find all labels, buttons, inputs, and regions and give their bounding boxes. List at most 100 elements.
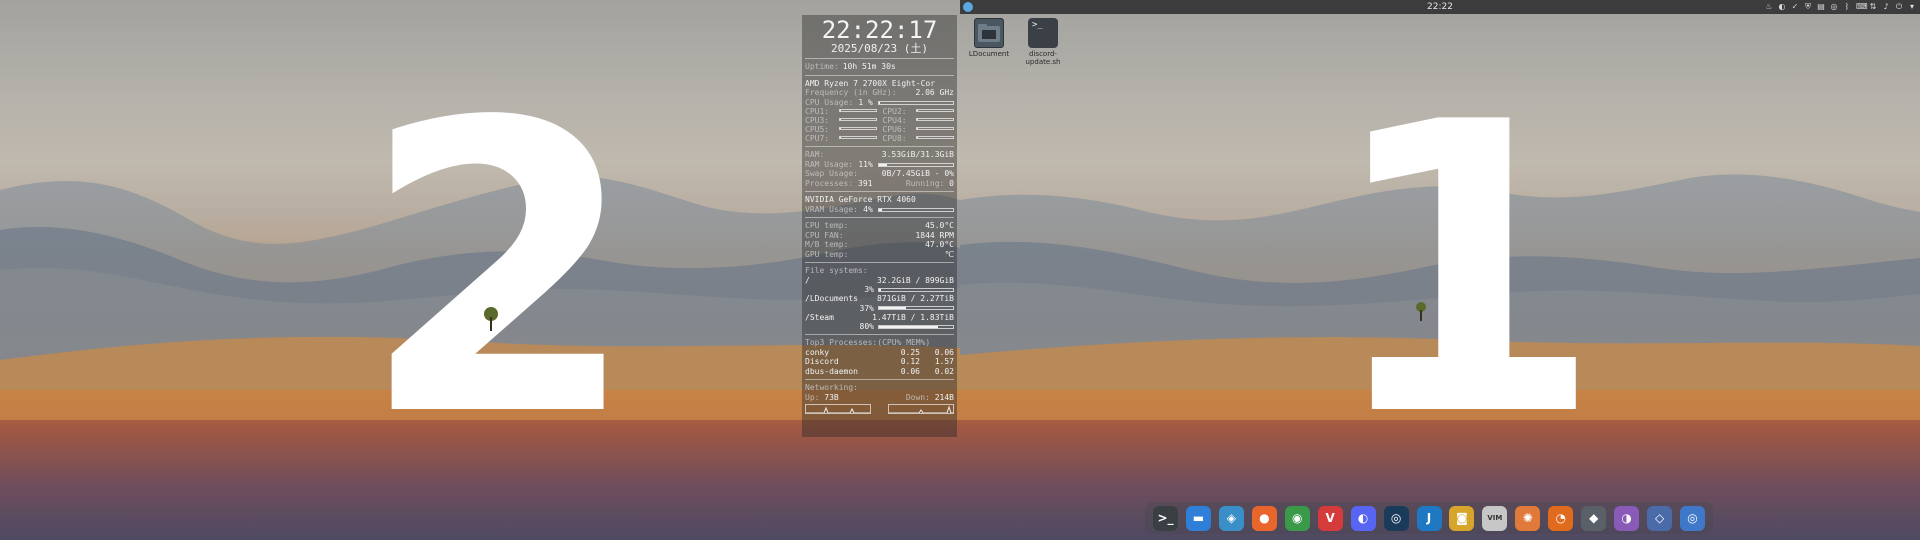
process-row: dbus-daemon 0.06 0.02 xyxy=(805,367,954,377)
discord-icon[interactable]: ◐ xyxy=(1778,2,1786,11)
desktop-icon-discord-update[interactable]: >_ discord-update.sh xyxy=(1017,18,1069,66)
filesystem-list: / 32.2GiB / 899GiB 3% /LDocuments 871GiB / 2… xyxy=(805,276,954,331)
cpu-core-label: CPU5: xyxy=(805,125,830,134)
desktop-icon-label: LDocument xyxy=(968,50,1010,58)
discord-icon[interactable]: ◐ xyxy=(1350,505,1376,531)
filesystem-row: /LDocuments 871GiB / 2.27TiB xyxy=(805,294,954,304)
filesystem-usage: 871GiB / 2.27TiB xyxy=(876,294,954,303)
system-monitor-icon[interactable]: ◎ xyxy=(1680,505,1705,531)
power-icon[interactable]: ⏻ xyxy=(1895,2,1903,11)
terminal-icon[interactable]: >_ xyxy=(1153,505,1178,531)
software-store-icon[interactable]: ◈ xyxy=(1218,505,1244,531)
down-label: Down: xyxy=(905,392,930,402)
cpu-temp-label: CPU temp: xyxy=(805,221,849,230)
vram-usage-bar xyxy=(878,207,954,212)
bluetooth-icon[interactable]: ᛒ xyxy=(1843,2,1851,11)
monitor-2-desktop: 2 22:22:17 2025/08/23 (土) Uptime: 10h 51m… xyxy=(0,0,960,540)
cpu-core-label: CPU4: xyxy=(882,116,907,125)
vram-value: 4% xyxy=(863,204,873,214)
filesystem-mount: /Steam xyxy=(805,312,834,322)
process-row: conky 0.25 0.06 xyxy=(805,348,954,358)
ram-value: 3.53GiB/31.3GiB xyxy=(881,150,954,159)
cpu-usage-label: CPU Usage: xyxy=(805,97,854,107)
uptime-label: Uptime: xyxy=(805,62,839,71)
check-icon[interactable]: ✓ xyxy=(1791,2,1799,11)
kdenlive-icon[interactable]: ◇ xyxy=(1647,505,1673,531)
cpu-core-row: CPU6: xyxy=(882,125,954,134)
flame-icon[interactable]: ♨ xyxy=(1765,2,1773,11)
cpu-core-bar xyxy=(916,118,954,121)
cpu-core-row: CPU7: xyxy=(805,134,877,143)
divider xyxy=(805,217,954,218)
gpu-temp-value: ℃ xyxy=(945,249,954,259)
system-tray: ♨ ◐ ✓ ⛨ ▤ ◎ ᛒ ⌨ ⇅ ♪ ⏻ ▾ xyxy=(1765,2,1916,11)
cpu-model: AMD Ryzen 7 2700X Eight-Cor xyxy=(805,78,936,88)
cpu-core-label: CPU2: xyxy=(882,107,907,116)
obs-icon[interactable]: ◑ xyxy=(1614,505,1640,531)
networking-label: Networking: xyxy=(805,383,858,392)
cpu-core-label: CPU6: xyxy=(882,125,907,134)
cpu-usage-value: 1 % xyxy=(858,97,873,107)
filesystem-bar xyxy=(878,306,954,310)
up-label: Up: xyxy=(805,392,820,402)
process-row: Discord 0.12 1.57 xyxy=(805,357,954,367)
ram-usage-bar xyxy=(878,162,954,167)
divider xyxy=(805,262,954,263)
vim-icon[interactable]: VIM xyxy=(1482,505,1508,531)
camera-icon[interactable]: ◙ xyxy=(1449,505,1475,531)
filesystems-label: File systems: xyxy=(805,266,868,275)
cpu-core-row: CPU2: xyxy=(882,107,954,116)
filesystem-mount: /LDocuments xyxy=(805,294,858,303)
vivaldi-icon[interactable]: V xyxy=(1317,505,1343,531)
monitor-number: 1 xyxy=(1325,39,1604,504)
process-mem: 0.06 xyxy=(934,347,954,357)
clipboard-icon[interactable]: ▤ xyxy=(1817,2,1825,11)
filesystem-percent: 80% xyxy=(859,322,874,331)
down-value: 214B xyxy=(934,392,954,402)
network-icon[interactable]: ⇅ xyxy=(1869,2,1877,11)
cpu-fan-value: 1844 RPM xyxy=(915,230,954,240)
uptime-value: 10h 51m 30s xyxy=(842,62,896,71)
menu-icon[interactable]: ▾ xyxy=(1908,2,1916,11)
processes-value: 391 xyxy=(858,178,873,188)
process-cpu: 0.25 xyxy=(900,347,920,357)
filesystem-percent: 37% xyxy=(859,303,874,313)
cpu-core-bar xyxy=(916,109,954,112)
mb-temp-value: 47.0°C xyxy=(925,240,954,249)
joplin-icon[interactable]: J xyxy=(1416,505,1442,531)
chrome-icon[interactable]: ◉ xyxy=(1284,505,1310,531)
cpu-core-bar xyxy=(838,136,877,139)
color-picker-icon[interactable]: ✺ xyxy=(1515,505,1541,531)
settings-icon[interactable]: ◆ xyxy=(1581,505,1607,531)
cpu-usage-bar xyxy=(878,100,954,105)
keyboard-icon[interactable]: ⌨ xyxy=(1856,2,1868,11)
divider xyxy=(805,191,954,192)
cpu-core-row: CPU5: xyxy=(805,125,877,134)
cpu-core-label: CPU8: xyxy=(882,134,907,143)
divider xyxy=(805,74,954,76)
blender-icon[interactable]: ◔ xyxy=(1548,505,1574,531)
filesystem-bar-row: 37% xyxy=(805,304,954,313)
desktop-icon-label: discord-update.sh xyxy=(1025,50,1061,66)
firefox-icon[interactable]: ● xyxy=(1251,505,1277,531)
volume-icon[interactable]: ♪ xyxy=(1882,2,1890,11)
processes-label: Processes: xyxy=(805,178,854,188)
dock: >_ ▬ ◈ ● ◉ V ◐ ◎ J ◙ VIM ✺ ◔ ◆ ◑ ◇ ◎ xyxy=(1145,502,1713,534)
swap-label: Swap Usage: xyxy=(805,169,858,178)
cpu-core-label: CPU3: xyxy=(805,116,830,125)
conky-system-monitor: 22:22:17 2025/08/23 (土) Uptime: 10h 51m 3… xyxy=(802,15,957,437)
steam-icon[interactable]: ◎ xyxy=(1830,2,1838,11)
shield-icon[interactable]: ⛨ xyxy=(1804,2,1812,11)
up-value: 73B xyxy=(824,392,839,402)
filesystem-row: /Steam 1.47TiB / 1.83TiB xyxy=(805,313,954,323)
running-label: Running: xyxy=(905,178,945,188)
cpu-core-label: CPU7: xyxy=(805,134,830,143)
filesystem-bar xyxy=(878,287,954,292)
files-icon[interactable]: ▬ xyxy=(1185,505,1211,531)
divider xyxy=(805,58,954,59)
steam-icon[interactable]: ◎ xyxy=(1383,505,1409,531)
filesystem-row: / 32.2GiB / 899GiB xyxy=(805,276,954,286)
cpu-core-bar xyxy=(838,127,877,130)
swap-value: 0B/7.45GiB - 0% xyxy=(881,169,954,178)
desktop-icon-ldocument[interactable]: LDocument xyxy=(963,18,1015,58)
